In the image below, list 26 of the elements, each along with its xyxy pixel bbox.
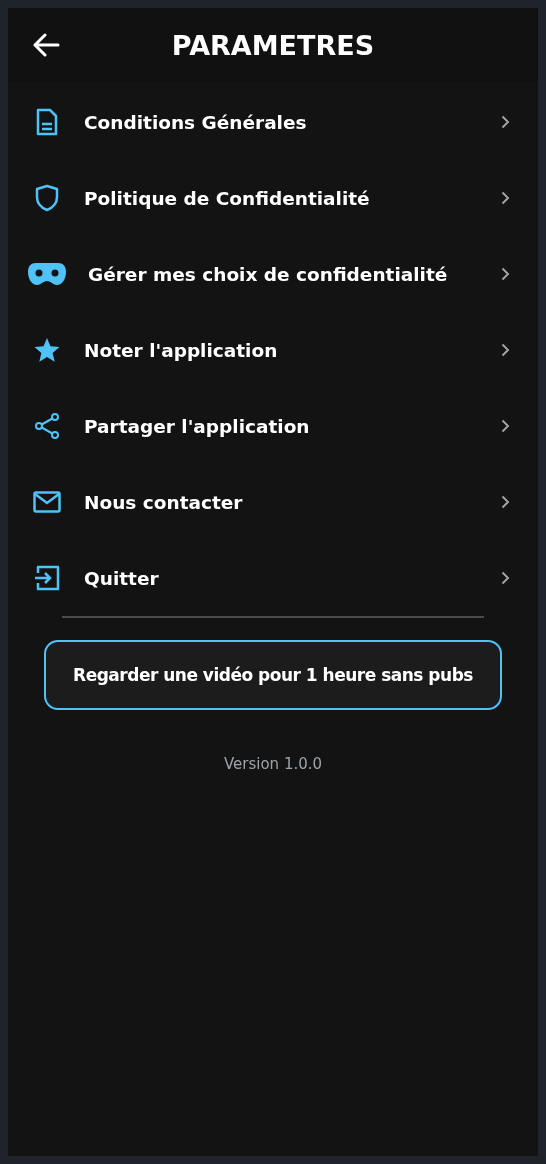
- chevron-icon: [501, 191, 510, 205]
- screen-title: PARAMETRES: [170, 29, 376, 61]
- chevron-icon: [501, 495, 510, 509]
- chevron-icon: [501, 343, 510, 357]
- mail-icon: [33, 491, 61, 513]
- menu-item[interactable]: Conditions Générales: [8, 84, 538, 160]
- share-icon: [34, 412, 60, 440]
- back-arrow-icon: [32, 33, 60, 57]
- menu-item[interactable]: Quitter: [8, 540, 538, 616]
- menu-item[interactable]: Partager l'application: [8, 388, 538, 464]
- menu-item[interactable]: Nous contacter: [8, 464, 538, 540]
- shield-icon: [35, 184, 59, 212]
- chevron-icon: [501, 267, 510, 281]
- document-icon: [36, 108, 58, 136]
- menu-item[interactable]: Noter l'application: [8, 312, 538, 388]
- mask-icon: [28, 262, 66, 286]
- watch-video-button[interactable]: Regarder une vidéo pour 1 heure sans pubs: [44, 640, 502, 710]
- star-icon: [34, 337, 60, 363]
- menu-item[interactable]: Gérer mes choix de confidentialité: [8, 236, 538, 312]
- chevron-icon: [501, 419, 510, 433]
- chevron-icon: [501, 571, 510, 585]
- back-button[interactable]: [32, 33, 60, 57]
- exit-icon: [34, 565, 60, 591]
- version-text: Version 1.0.0: [223, 755, 323, 773]
- chevron-icon: [501, 115, 510, 129]
- menu-item[interactable]: Politique de Confidentialité: [8, 160, 538, 236]
